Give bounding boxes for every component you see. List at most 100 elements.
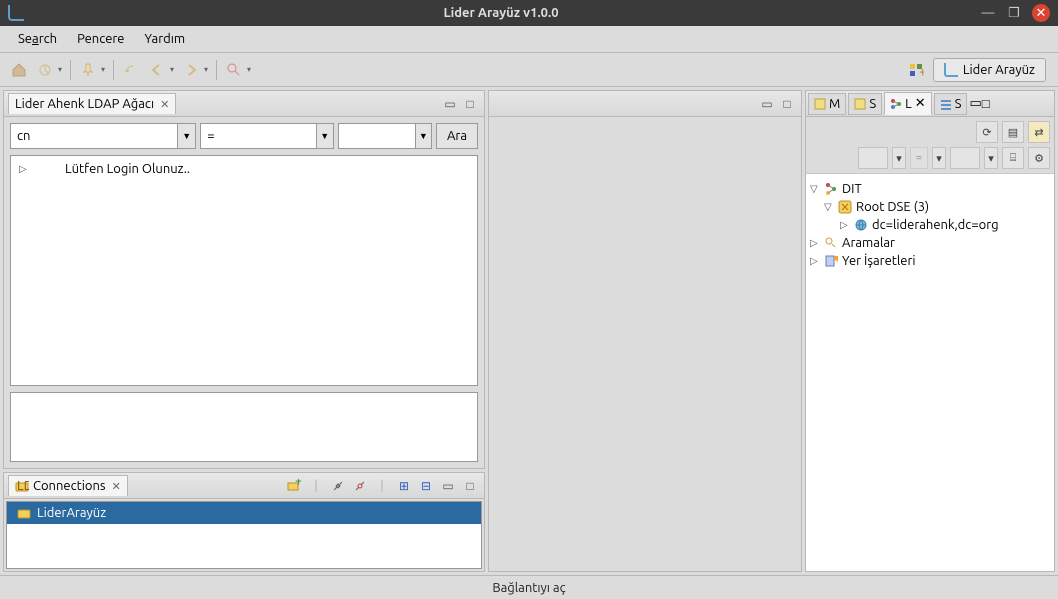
- chevron-down-icon[interactable]: ▼: [177, 124, 195, 148]
- tab-l[interactable]: L✕: [884, 92, 932, 115]
- expand-icon[interactable]: ▷: [19, 163, 29, 175]
- connections-tab[interactable]: LDAP Connections ✕: [8, 475, 128, 496]
- connection-name: LiderArayüz: [37, 506, 106, 520]
- tab-s2[interactable]: S: [934, 93, 968, 115]
- menu-search[interactable]: Search: [8, 28, 67, 50]
- bookmarks-label: Yer İşaretleri: [842, 254, 916, 268]
- disconnect-icon[interactable]: [351, 477, 369, 495]
- filter-combo[interactable]: [858, 147, 888, 169]
- bookmarks-node[interactable]: ▷ Yer İşaretleri: [808, 252, 1052, 270]
- connect-icon[interactable]: [329, 477, 347, 495]
- minimize-panel-icon[interactable]: ▭: [441, 95, 459, 113]
- detail-box: [10, 392, 478, 462]
- settings-icon[interactable]: ⚙: [1028, 147, 1050, 169]
- ldap-tree-tab[interactable]: Lider Ahenk LDAP Ağacı ✕: [8, 93, 176, 114]
- separator: [216, 60, 217, 80]
- search-folder-icon: [824, 236, 838, 250]
- connections-panel: LDAP Connections ✕ + | | ⊞ ⊟ ▭ □: [3, 472, 485, 572]
- doc-icon: [814, 98, 826, 110]
- refresh-icon[interactable]: ⟳: [976, 121, 998, 143]
- minimize-panel-icon[interactable]: ▭: [758, 95, 776, 113]
- operator-combo[interactable]: ▼: [200, 123, 334, 149]
- perspective-switch-icon[interactable]: +: [903, 57, 929, 83]
- tab-s1[interactable]: S: [848, 93, 882, 115]
- dit-node[interactable]: ▽ DIT: [808, 180, 1052, 198]
- pin-icon[interactable]: [77, 59, 99, 81]
- expand-icon[interactable]: ▷: [840, 219, 850, 231]
- separator: [113, 60, 114, 80]
- undo-icon[interactable]: [120, 59, 142, 81]
- chevron-down-icon[interactable]: ▾: [932, 147, 946, 169]
- dropdown-icon[interactable]: ▾: [247, 65, 255, 74]
- close-tab-icon[interactable]: ✕: [915, 96, 926, 111]
- browser-toolbar: ⟳ ▤ ⇄ ▾ = ▾ ▾ ⌸ ⚙: [806, 117, 1054, 174]
- close-button[interactable]: ✕: [1032, 4, 1050, 22]
- value-input[interactable]: [339, 129, 415, 143]
- value-combo[interactable]: ▼: [338, 123, 432, 149]
- minimize-panel-icon[interactable]: ▭: [969, 96, 981, 111]
- chevron-down-icon[interactable]: ▼: [415, 124, 431, 148]
- maximize-panel-icon[interactable]: □: [982, 96, 990, 111]
- link-icon[interactable]: ⇄: [1028, 121, 1050, 143]
- value-combo[interactable]: [950, 147, 980, 169]
- tab-m[interactable]: M: [808, 93, 846, 115]
- expand-icon[interactable]: ▷: [810, 255, 820, 267]
- hierarchy-icon[interactable]: ⌸: [1002, 147, 1024, 169]
- connections-body: LiderArayüz: [4, 499, 484, 571]
- login-message: Lütfen Login Olunuz..: [65, 162, 190, 176]
- maximize-button[interactable]: ❐: [1006, 5, 1022, 21]
- expand-all-icon[interactable]: ⊞: [395, 477, 413, 495]
- perspective-button[interactable]: Lider Arayüz: [933, 58, 1046, 82]
- dc-node[interactable]: ▷ dc=liderahenk,dc=org: [808, 216, 1052, 234]
- dit-label: DIT: [842, 182, 862, 196]
- collapse-icon[interactable]: ▽: [824, 201, 834, 213]
- statusbar: Bağlantıyı aç: [0, 575, 1058, 599]
- doc-icon: [854, 98, 866, 110]
- menu-pencere[interactable]: Pencere: [67, 28, 134, 50]
- close-tab-icon[interactable]: ✕: [112, 480, 121, 493]
- eq-icon[interactable]: =: [910, 147, 928, 169]
- search-field-input[interactable]: [11, 129, 177, 143]
- maximize-panel-icon[interactable]: □: [461, 477, 479, 495]
- dropdown-icon[interactable]: ▾: [204, 65, 212, 74]
- ldap-tree-content[interactable]: ▷ Lütfen Login Olunuz..: [10, 155, 478, 386]
- minimize-panel-icon[interactable]: ▭: [439, 477, 457, 495]
- collapse-icon[interactable]: ▽: [810, 183, 820, 195]
- dropdown-icon[interactable]: ▾: [170, 65, 178, 74]
- connections-list[interactable]: LiderArayüz: [6, 501, 482, 569]
- operator-input[interactable]: [201, 129, 315, 143]
- dropdown-icon[interactable]: ▾: [101, 65, 109, 74]
- new-connection-icon[interactable]: +: [285, 477, 303, 495]
- chevron-down-icon[interactable]: ▼: [316, 124, 333, 148]
- close-tab-icon[interactable]: ✕: [160, 98, 169, 111]
- forward-icon[interactable]: [180, 59, 202, 81]
- dc-label: dc=liderahenk,dc=org: [872, 218, 999, 232]
- root-dse-node[interactable]: ▽ Root DSE (3): [808, 198, 1052, 216]
- perspective-label: Lider Arayüz: [963, 63, 1035, 77]
- ldap-tree-title: Lider Ahenk LDAP Ağacı: [15, 97, 154, 111]
- searches-node[interactable]: ▷ Aramalar: [808, 234, 1052, 252]
- window-title: Lider Arayüz v1.0.0: [32, 6, 970, 20]
- dropdown-icon[interactable]: ▾: [58, 65, 66, 74]
- connections-header: LDAP Connections ✕ + | | ⊞ ⊟ ▭ □: [4, 473, 484, 499]
- maximize-panel-icon[interactable]: □: [461, 95, 479, 113]
- nav-icon[interactable]: [34, 59, 56, 81]
- root-icon: [838, 200, 852, 214]
- chevron-down-icon[interactable]: ▾: [984, 147, 998, 169]
- maximize-panel-icon[interactable]: □: [778, 95, 796, 113]
- search-tool-icon[interactable]: [223, 59, 245, 81]
- back-icon[interactable]: [146, 59, 168, 81]
- connection-item[interactable]: LiderArayüz: [7, 502, 481, 524]
- search-field-combo[interactable]: ▼: [10, 123, 196, 149]
- collapse-all-icon[interactable]: ⊟: [417, 477, 435, 495]
- ldap-browser-tree[interactable]: ▽ DIT ▽ Root DSE (3) ▷ dc=liderahenk,dc=…: [806, 174, 1054, 571]
- chevron-down-icon[interactable]: ▾: [892, 147, 906, 169]
- minimize-button[interactable]: —: [980, 5, 996, 21]
- menubar: Search Pencere Yardım: [0, 26, 1058, 53]
- menu-yardim[interactable]: Yardım: [134, 28, 195, 50]
- home-icon[interactable]: [8, 59, 30, 81]
- expand-icon[interactable]: ▷: [810, 237, 820, 249]
- search-button[interactable]: Ara: [436, 123, 478, 149]
- login-message-row[interactable]: ▷ Lütfen Login Olunuz..: [15, 160, 473, 178]
- collapse-icon[interactable]: ▤: [1002, 121, 1024, 143]
